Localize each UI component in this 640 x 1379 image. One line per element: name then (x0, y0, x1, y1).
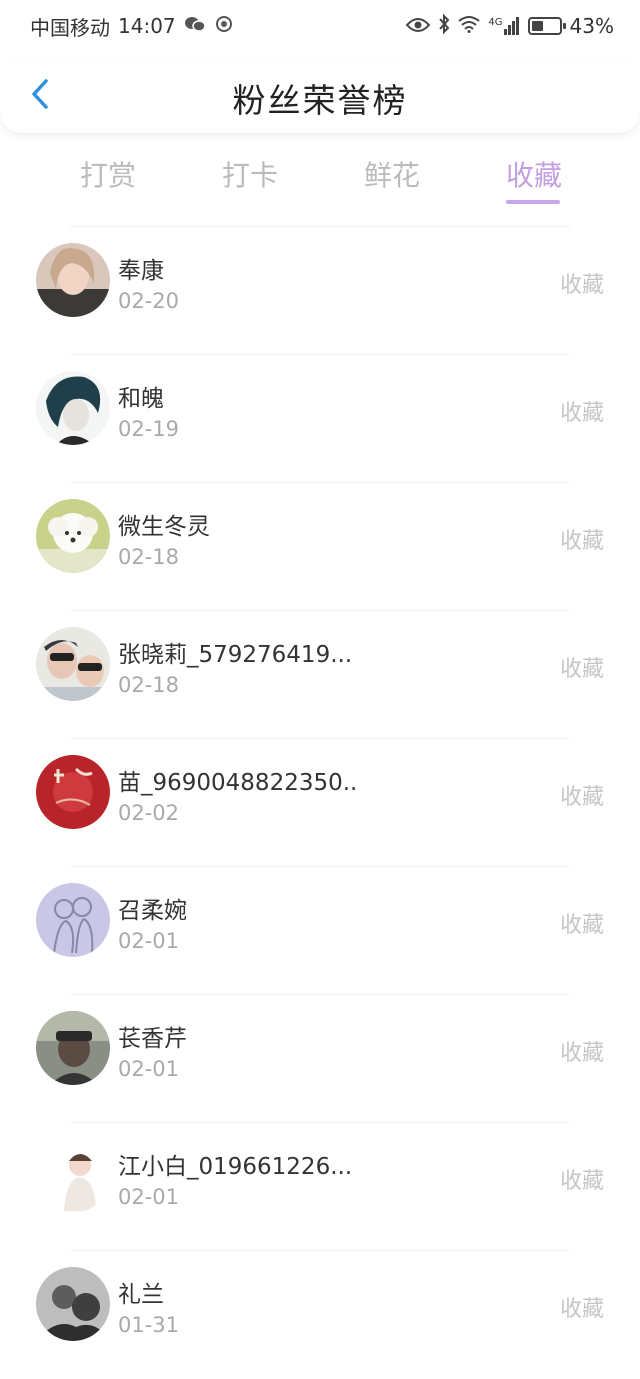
fan-date: 02-18 (118, 545, 180, 569)
fan-name: 召柔婉 (118, 898, 187, 924)
fan-name: 苌香芹 (118, 1026, 187, 1052)
fan-name: 微生冬灵 (118, 514, 210, 540)
fan-date: 02-18 (118, 673, 180, 697)
list-item[interactable]: 微生冬灵 02-18 收藏 (0, 483, 640, 611)
navigation-bar: 粉丝荣誉榜 (0, 62, 640, 134)
wifi-icon (458, 14, 481, 38)
avatar (36, 371, 110, 445)
carrier-label: 中国移动 (30, 15, 110, 40)
fan-date: 02-01 (118, 1185, 180, 1209)
fan-list: 奉康 02-20 收藏 和魄 02-19 收藏 微生冬灵 02-18 收藏 张晓… (0, 227, 640, 1379)
fan-date: 02-01 (118, 1057, 180, 1081)
fan-name: 苗_9690048822350... (118, 770, 358, 796)
avatar (36, 627, 110, 701)
list-item[interactable]: 奉康 02-20 收藏 (0, 227, 640, 355)
camera-notify-icon (214, 15, 234, 38)
fan-name: 奉康 (118, 258, 164, 284)
avatar (36, 755, 110, 829)
tab-checkin[interactable]: 打卡 (222, 154, 278, 194)
list-item[interactable]: 张晓莉_579276419... 02-18 收藏 (0, 611, 640, 739)
fan-date: 02-20 (118, 289, 180, 313)
chevron-left-icon (32, 79, 48, 109)
action-label: 收藏 (559, 1297, 604, 1322)
action-label: 收藏 (559, 657, 604, 682)
action-label: 收藏 (559, 401, 604, 426)
signal-icon: 4G (488, 17, 519, 35)
fan-date: 02-01 (118, 929, 180, 953)
battery-icon (527, 17, 566, 35)
wechat-icon (184, 15, 206, 38)
fan-date: 02-02 (118, 801, 180, 825)
avatar (36, 1011, 110, 1085)
fan-name: 和魄 (118, 386, 164, 412)
avatar (36, 1139, 110, 1213)
bluetooth-icon (438, 13, 450, 39)
tab-favorites[interactable]: 收藏 (506, 154, 562, 194)
avatar (36, 883, 110, 957)
clock: 14:07 (118, 14, 176, 38)
page-title: 粉丝荣誉榜 (232, 80, 408, 120)
action-label: 收藏 (559, 913, 604, 938)
active-tab-indicator (506, 200, 560, 204)
list-item[interactable]: 礼兰 01-31 收藏 (0, 1251, 640, 1379)
network-type-label: 4G (488, 17, 503, 28)
fan-date: 02-19 (118, 417, 180, 441)
fan-name: 江小白_019661226... (118, 1154, 353, 1180)
list-item[interactable]: 和魄 02-19 收藏 (0, 355, 640, 483)
list-item[interactable]: 江小白_019661226... 02-01 收藏 (0, 1123, 640, 1251)
tab-reward[interactable]: 打赏 (80, 154, 136, 194)
avatar (36, 243, 110, 317)
list-item[interactable]: 召柔婉 02-01 收藏 (0, 867, 640, 995)
fan-name: 张晓莉_579276419... (118, 642, 353, 668)
fan-name: 礼兰 (118, 1282, 164, 1308)
battery-level (531, 21, 543, 31)
status-bar: 中国移动 14:07 4G 43% (0, 0, 640, 52)
battery-percent: 43% (569, 14, 614, 38)
action-label: 收藏 (559, 273, 604, 298)
tab-flowers[interactable]: 鲜花 (364, 154, 420, 194)
eye-icon (406, 14, 431, 38)
action-label: 收藏 (559, 1169, 604, 1194)
list-item[interactable]: 苗_9690048822350... 02-02 收藏 (0, 739, 640, 867)
tab-bar: 打赏 打卡 鲜花 收藏 (0, 144, 640, 206)
action-label: 收藏 (559, 1041, 604, 1066)
action-label: 收藏 (559, 529, 604, 554)
back-button[interactable] (20, 74, 60, 114)
list-item[interactable]: 苌香芹 02-01 收藏 (0, 995, 640, 1123)
fan-date: 01-31 (118, 1313, 180, 1337)
avatar (36, 499, 110, 573)
action-label: 收藏 (559, 785, 604, 810)
